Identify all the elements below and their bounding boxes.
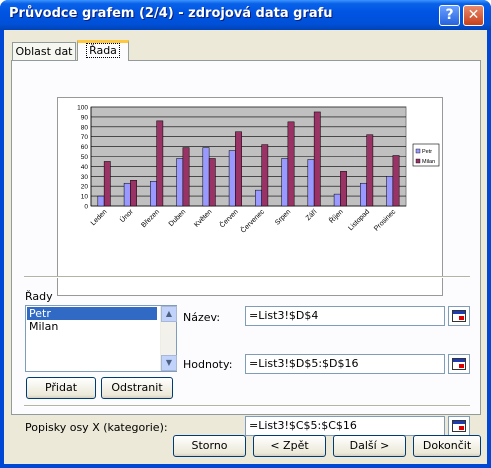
x-tick-label: Červenec [238,207,266,235]
back-button[interactable]: < Zpět [253,435,326,457]
help-button[interactable]: ? [439,5,460,26]
y-tick-label: 90 [81,114,89,121]
bar-milan [156,120,164,207]
y-tick-label: 0 [84,204,88,211]
bar-petr [97,195,105,207]
series-listbox[interactable]: Petr Milan ▲ ▼ [25,305,177,372]
bar-milan [366,134,374,207]
y-tick-label: 80 [81,124,89,131]
bar-milan [235,131,242,207]
x-tick-label: Říjen [327,207,345,225]
bar-petr [255,189,262,207]
bar-petr [150,181,157,207]
y-tick-label: 10 [81,194,89,201]
tab-series[interactable]: Řada [77,40,129,61]
bar-petr [228,150,236,207]
category-field[interactable]: =List3!$C$5:$C$16 [245,416,445,436]
bar-petr [333,193,341,207]
y-tick-label: 20 [81,184,89,191]
bar-petr [360,182,367,207]
series-label: Řady [25,290,53,303]
y-tick-label: 40 [81,164,89,171]
y-tick-label: 100 [77,105,88,112]
y-tick-label: 30 [81,174,89,181]
x-tick-label: Březen [140,208,161,229]
x-tick-label: Prosinec [373,208,398,233]
series-item-milan[interactable]: Milan [27,320,157,333]
bar-milan [103,161,111,207]
x-tick-label: Červen [217,207,239,229]
chart-svg: 0 10 20 30 40 50 60 70 80 90 100 Leden Únor Březen Dub… [77,105,440,235]
bar-petr [123,182,131,207]
add-series-button[interactable]: Přidat [26,377,96,399]
finish-button[interactable]: Dokončit [413,435,481,457]
dialog-body: Oblast dat Řada 0 10 20 30 40 50 60 70 80 90 100 Le… [4,30,487,464]
bar-milan [182,147,190,207]
collapse-dialog-icon [452,358,466,370]
category-collapse-button[interactable] [448,416,470,436]
x-tick-label: Listopad [347,208,371,232]
bar-milan [287,121,295,207]
bar-petr [202,147,210,207]
series-item-petr[interactable]: Petr [27,307,157,320]
bar-petr [176,158,184,207]
bar-petr [281,158,289,207]
y-tick-label: 50 [81,154,89,161]
y-tick-label: 60 [81,144,89,151]
collapse-dialog-icon [452,420,466,432]
values-field[interactable]: =List3!$D$5:$D$16 [245,354,445,374]
series-scrollbar[interactable]: ▲ ▼ [160,306,177,371]
x-tick-label: Srpen [274,208,292,226]
divider-bottom [24,405,470,407]
next-button[interactable]: Další > [333,435,406,457]
title-bar[interactable]: Průvodce grafem (2/4) - zdrojová data gr… [0,0,491,30]
legend-label-milan: Milan [422,159,435,165]
scroll-down-icon[interactable]: ▼ [161,355,177,371]
legend-swatch-milan [415,158,421,164]
tab-data-range[interactable]: Oblast dat [12,42,76,60]
bar-milan [261,144,269,207]
collapse-dialog-icon [452,310,466,322]
legend-swatch-petr [415,148,421,154]
bar-milan [340,171,347,207]
values-collapse-button[interactable] [448,354,470,374]
dialog-window: Průvodce grafem (2/4) - zdrojová data gr… [0,0,491,468]
x-tick-label: Únor [118,207,136,225]
tab-series-label: Řada [86,43,120,58]
y-tick-label: 70 [81,134,89,141]
remove-series-button[interactable]: Odstranit [101,377,173,399]
x-tick-label: Duben [168,208,188,228]
bar-milan [392,155,400,207]
x-tick-label: Květen [193,208,213,228]
bar-petr [386,176,394,207]
cancel-button[interactable]: Storno [173,435,246,457]
legend-label-petr: Petr [422,149,432,155]
values-field-label: Hodnoty: [183,358,233,371]
close-button[interactable]: ✕ [463,5,484,26]
name-collapse-button[interactable] [448,306,470,326]
category-field-label: Popisky osy X (kategorie): [25,421,168,434]
chart-preview: 0 10 20 30 40 50 60 70 80 90 100 Leden Únor Březen Dub… [57,97,443,296]
tab-data-range-label: Oblast dat [15,45,73,58]
tab-panel: 0 10 20 30 40 50 60 70 80 90 100 Leden Únor Březen Dub… [11,60,481,436]
name-field[interactable]: =List3!$D$4 [245,306,445,326]
divider-top [24,276,470,278]
bar-milan [313,111,321,207]
bar-petr [307,159,315,207]
bar-milan [130,180,137,207]
scroll-up-icon[interactable]: ▲ [161,306,177,322]
dialog-title: Průvodce grafem (2/4) - zdrojová data gr… [9,6,333,21]
bar-milan [208,158,216,207]
x-tick-label: Září [305,208,319,222]
name-field-label: Název: [183,311,221,324]
x-tick-label: Leden [90,208,109,227]
